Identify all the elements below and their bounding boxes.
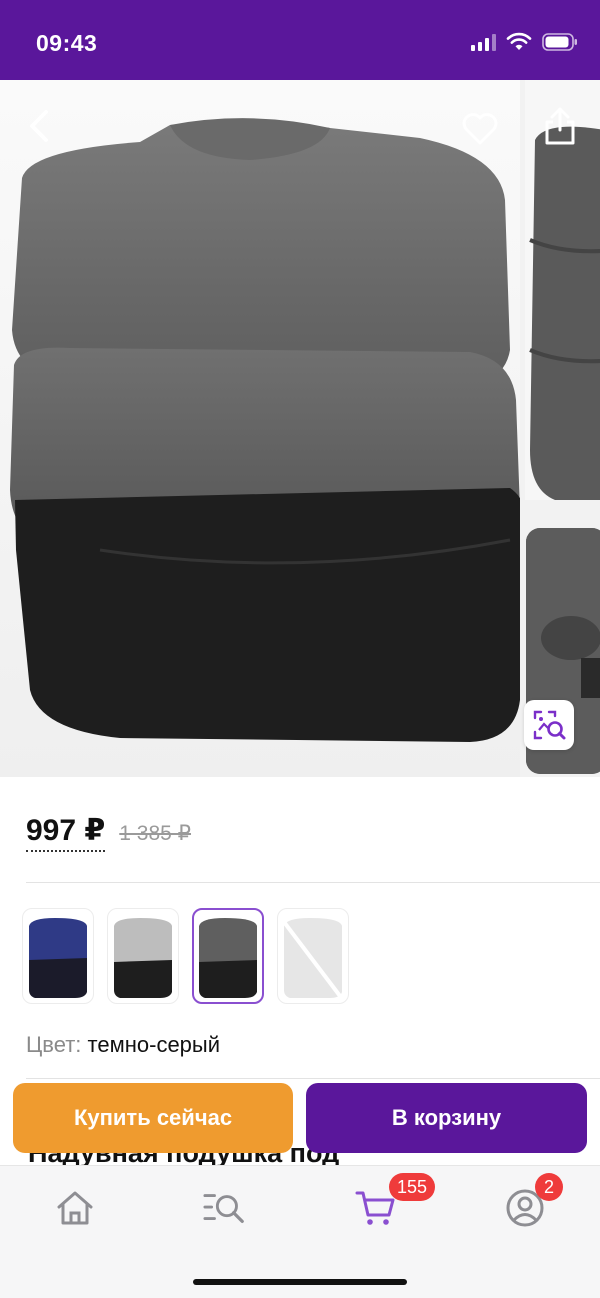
status-time: 09:43 [36,30,98,56]
image-search-icon [533,710,566,740]
swatch-image-dark-gray [199,918,257,998]
catalog-search-icon [203,1194,244,1224]
product-image [10,118,528,742]
home-icon [57,1191,93,1225]
swatch-light-gray[interactable] [107,908,179,1004]
chevron-left-icon [30,110,48,142]
swatch-dark-blue[interactable] [22,908,94,1004]
favorite-button[interactable] [456,104,504,152]
color-swatches [22,908,349,1004]
status-icons [470,32,578,52]
status-bar: 09:43 [0,0,600,80]
swatch-image-light-gray [114,918,172,998]
product-main-photo[interactable] [0,80,528,777]
color-value: темно-серый [87,1032,221,1057]
buy-now-button[interactable]: Купить сейчас [13,1083,293,1153]
cart-badge: 155 [389,1173,436,1201]
home-indicator [193,1279,407,1285]
swatch-image-white [282,918,342,998]
price-current[interactable]: 997 ₽ [26,814,106,852]
tab-home[interactable] [53,1186,97,1230]
wifi-icon [506,32,532,50]
price-row: 997 ₽ 1 385 ₽ [26,814,191,852]
tab-catalog[interactable] [203,1186,247,1230]
price-old: 1 385 ₽ [119,822,192,845]
divider [26,1078,600,1079]
signal-icon [471,34,496,51]
swatch-dark-gray[interactable] [192,908,264,1004]
share-icon [545,107,575,145]
share-button[interactable] [536,102,584,150]
visual-search-button[interactable] [524,700,574,750]
divider [26,882,600,883]
profile-badge: 2 [535,1173,563,1201]
battery-icon [542,33,577,51]
color-label: Цвет: [26,1032,82,1057]
back-button[interactable] [16,102,64,150]
selected-color: Цвет: темно-серый [26,1032,220,1058]
heart-outline-icon [462,113,498,145]
swatch-white-unavailable[interactable] [277,908,349,1004]
swatch-image-blue [29,918,87,998]
add-to-cart-button[interactable]: В корзину [306,1083,587,1153]
product-gallery[interactable] [0,80,600,777]
